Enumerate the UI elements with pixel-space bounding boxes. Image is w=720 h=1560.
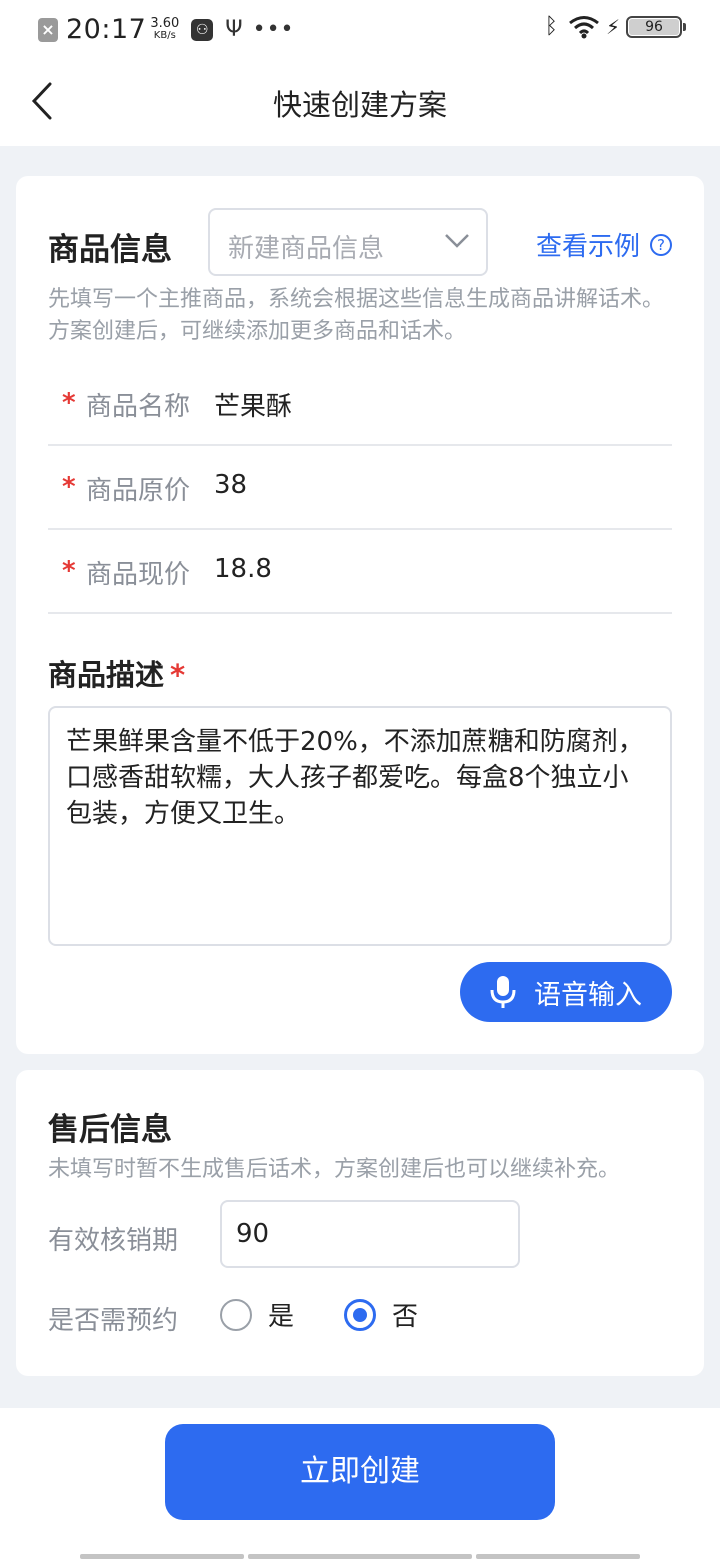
- more-dots-icon: •••: [252, 17, 295, 42]
- page-title: 快速创建方案: [272, 88, 447, 122]
- current-price-value[interactable]: 18.8: [214, 554, 272, 584]
- battery-level: 96: [629, 18, 679, 35]
- view-example-link[interactable]: 查看示例 ?: [536, 226, 672, 263]
- product-name-field[interactable]: * 商品名称 芒果酥: [48, 362, 672, 446]
- current-price-label: 商品现价: [86, 560, 191, 590]
- after-sales-card: 售后信息 未填写时暂不生成售后话术，方案创建后也可以继续补充。 有效核销期 90…: [16, 1070, 704, 1376]
- status-bar: × 20:17 3.60 KB/s ⚇ Ψ ••• ᛒ ⚡ 96: [0, 0, 720, 56]
- reservation-yes-label: 是: [268, 1302, 295, 1332]
- validity-period-input[interactable]: 90: [220, 1200, 520, 1268]
- reservation-label: 是否需预约: [48, 1306, 179, 1336]
- chevron-down-icon: [445, 234, 469, 248]
- product-info-hint: 先填写一个主推商品，系统会根据这些信息生成商品讲解话术。方案创建后，可继续添加更…: [48, 287, 665, 344]
- current-price-field[interactable]: * 商品现价 18.8: [48, 530, 672, 614]
- original-price-field[interactable]: * 商品原价 38: [48, 446, 672, 530]
- original-price-value[interactable]: 38: [214, 470, 247, 500]
- product-info-card: 商品信息 新建商品信息 查看示例 ? 先填写一个主推商品，系统会根据这些信息生成…: [16, 176, 704, 1054]
- radio-unchecked-icon: [220, 1298, 252, 1331]
- validity-period-label: 有效核销期: [48, 1226, 179, 1256]
- battery-icon: 96: [626, 15, 686, 38]
- footer-bar: 立即创建: [0, 1408, 720, 1560]
- after-sales-title: 售后信息: [48, 1112, 172, 1148]
- nav-gesture-bar: [80, 1554, 244, 1559]
- reservation-radio-group: 是 否: [220, 1296, 468, 1333]
- nav-gesture-bar: [248, 1554, 472, 1559]
- voice-input-label: 语音输入: [534, 979, 642, 1011]
- network-speed: 3.60 KB/s: [150, 15, 180, 42]
- voice-input-button[interactable]: 语音输入: [460, 962, 672, 1022]
- reservation-yes-radio[interactable]: 是: [220, 1296, 294, 1333]
- bluetooth-icon: ᛒ: [544, 14, 558, 39]
- description-title-label: 商品描述: [48, 658, 165, 692]
- create-now-button[interactable]: 立即创建: [165, 1424, 555, 1520]
- wifi-icon: [569, 15, 599, 38]
- reservation-no-radio[interactable]: 否: [344, 1296, 418, 1333]
- usb-debug-icon: ⚇: [191, 18, 214, 41]
- product-info-title: 商品信息: [48, 232, 172, 268]
- view-example-label: 查看示例: [535, 232, 640, 262]
- help-circle-icon: ?: [650, 233, 672, 256]
- product-name-label: 商品名称: [86, 392, 191, 422]
- product-name-value[interactable]: 芒果酥: [214, 386, 292, 423]
- product-select-placeholder: 新建商品信息: [228, 234, 385, 264]
- required-mark: *: [62, 388, 76, 418]
- description-textarea[interactable]: 芒果鲜果含量不低于20%，不添加蔗糖和防腐剂，口感香甜软糯，大人孩子都爱吃。每盒…: [48, 706, 672, 946]
- x-notification-icon: ×: [38, 17, 58, 42]
- charging-icon: ⚡: [605, 14, 620, 39]
- required-mark: *: [62, 472, 76, 502]
- status-time: 20:17: [66, 14, 147, 45]
- original-price-label: 商品原价: [86, 476, 191, 506]
- nav-bar: 快速创建方案: [0, 56, 720, 146]
- reservation-no-label: 否: [392, 1302, 419, 1332]
- after-sales-hint: 未填写时暂不生成售后话术，方案创建后也可以继续补充。: [48, 1157, 621, 1182]
- required-mark: *: [170, 658, 186, 692]
- network-speed-unit: KB/s: [153, 29, 176, 41]
- description-title: 商品描述 *: [48, 652, 185, 694]
- nav-gesture-bar: [476, 1554, 640, 1559]
- radio-checked-icon: [344, 1298, 377, 1331]
- product-select-dropdown[interactable]: 新建商品信息: [208, 208, 488, 276]
- microphone-icon: [490, 976, 516, 1008]
- usb-icon: Ψ: [225, 17, 243, 42]
- required-mark: *: [62, 556, 76, 586]
- network-speed-value: 3.60: [150, 15, 180, 31]
